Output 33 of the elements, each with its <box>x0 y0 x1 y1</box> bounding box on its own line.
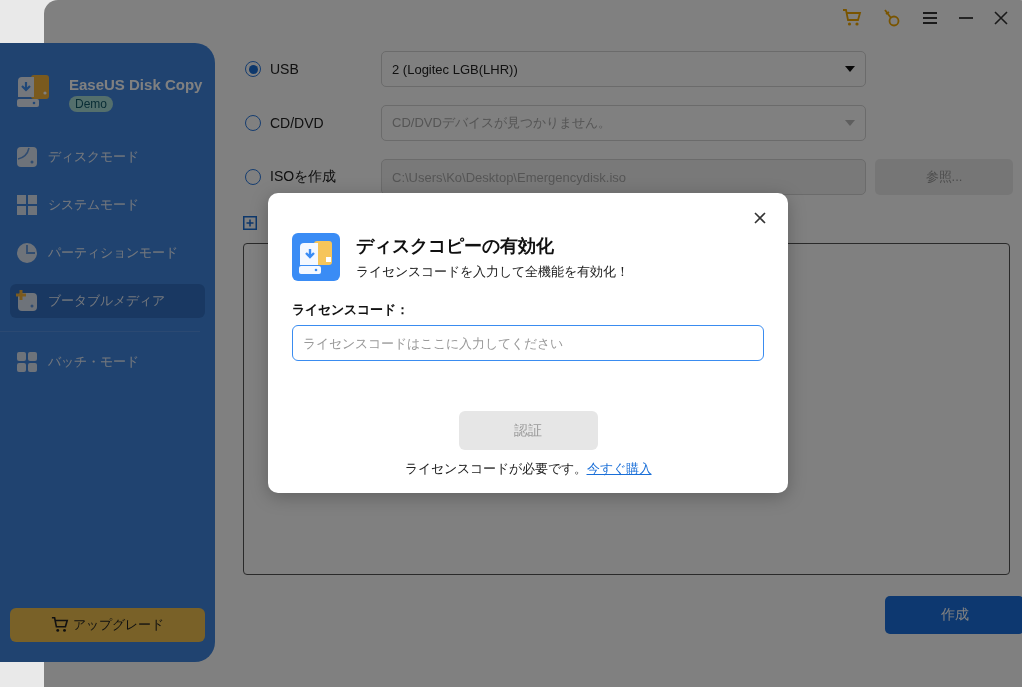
grid-icon <box>16 351 38 373</box>
buy-now-link[interactable]: 今すぐ購入 <box>586 460 652 478</box>
app-name: EaseUS Disk Copy <box>69 76 203 93</box>
source-label: CD/DVD <box>270 115 324 131</box>
caret-icon <box>845 120 855 126</box>
windows-icon <box>16 194 38 216</box>
upgrade-button[interactable]: アップグレード <box>10 608 205 642</box>
sidebar-item[interactable]: パーティションモード <box>10 236 205 270</box>
sidebar-item[interactable]: ディスクモード <box>10 140 205 174</box>
disk-logo-icon <box>15 73 51 109</box>
source-label: ISOを作成 <box>270 168 337 186</box>
license-code-input[interactable]: ライセンスコードはここに入力してください <box>292 325 764 361</box>
field-label: ライセンスコード： <box>292 301 410 319</box>
caret-icon <box>845 66 855 72</box>
dialog-subtitle: ライセンスコードを入力して全機能を有効化！ <box>356 262 629 281</box>
cart-icon <box>51 616 69 634</box>
minimize-icon[interactable] <box>958 16 974 20</box>
pie-chart-icon <box>16 242 38 264</box>
sidebar-item[interactable]: システムモード <box>10 188 205 222</box>
disk-copy-logo-icon <box>292 233 340 281</box>
sidebar-item[interactable]: バッチ・モード <box>10 345 205 379</box>
menu-icon[interactable] <box>922 11 938 25</box>
plus-icon[interactable] <box>243 216 257 230</box>
demo-badge: Demo <box>69 96 113 112</box>
sidebar-item[interactable]: ブータブルメディア <box>10 284 205 318</box>
dialog-title: ディスクコピーの有効化 <box>356 234 555 258</box>
cart-icon[interactable] <box>842 8 862 28</box>
footer-text: ライセンスコードが必要です。 <box>404 460 587 478</box>
key-icon[interactable] <box>882 8 902 28</box>
source-label: USB <box>270 61 299 77</box>
create-button[interactable]: 作成 <box>885 596 1022 634</box>
close-icon[interactable] <box>754 212 766 224</box>
device-dropdown[interactable]: 2 (Logitec LGB(LHR)) <box>381 51 866 87</box>
